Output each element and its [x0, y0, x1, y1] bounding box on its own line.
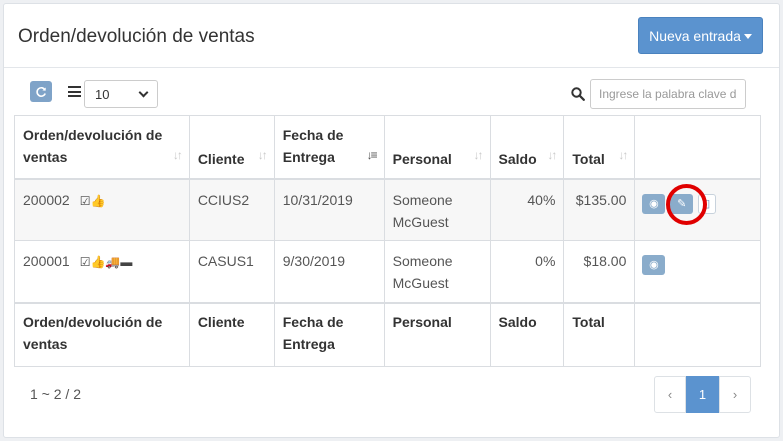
search-input[interactable] — [590, 79, 746, 109]
page-title: Orden/devolución de ventas — [18, 26, 255, 47]
view-button[interactable]: ◉ — [642, 193, 666, 214]
sort-icon: ↓↑ — [547, 147, 557, 162]
eye-icon: ◉ — [649, 197, 659, 210]
pagination-info: 1 ~ 2 / 2 — [30, 386, 81, 402]
sort-icon: ↓↑ — [473, 147, 484, 162]
panel-header: Orden/devolución de ventas Nueva entrada — [4, 4, 779, 68]
footer-total: Total — [563, 301, 636, 367]
sort-icon: ↓↑ — [257, 147, 268, 162]
sales-orders-table: Orden/devolución de ventas ↓↑ Cliente ↓↑ F… — [14, 115, 761, 367]
sort-icon: ↓↑ — [172, 147, 183, 162]
column-header-client[interactable]: Cliente ↓↑ — [188, 115, 275, 180]
footer-balance: Saldo — [489, 301, 565, 367]
prev-page-button[interactable]: ‹ — [654, 376, 686, 413]
search-icon — [571, 87, 585, 101]
caret-down-icon — [743, 34, 752, 39]
sort-desc-icon: ↓≡ — [366, 147, 378, 162]
view-button[interactable]: ◉ — [642, 255, 666, 276]
date-cell: 10/31/2019 — [273, 178, 385, 241]
balance-cell: 40% — [489, 178, 565, 241]
footer-staff: Personal — [383, 301, 491, 367]
status-icons: ☑👍 — [79, 193, 106, 208]
new-entry-button[interactable]: Nueva entrada — [638, 17, 763, 54]
column-header-total[interactable]: Total ↓↑ — [563, 115, 636, 180]
edit-button[interactable]: ✎ — [670, 193, 694, 214]
table-footer-row: Orden/devolución de ventas Cliente Fecha… — [14, 301, 761, 367]
refresh-button[interactable] — [30, 81, 52, 102]
refresh-icon — [36, 86, 46, 97]
total-cell: $135.00 — [563, 178, 636, 241]
chevron-down-icon — [138, 87, 149, 97]
staff-cell: Someone McGuest — [383, 240, 491, 303]
page-size-select[interactable]: 10 — [84, 80, 158, 108]
column-header-date[interactable]: Fecha de Entrega ↓≡ — [273, 115, 385, 180]
footer-actions — [634, 301, 761, 367]
table-row: 200002 ☑👍 CCIUS2 10/31/2019 Someone McGue… — [14, 178, 761, 241]
document-icon: ▯ — [704, 197, 711, 210]
actions-cell: ◉ — [634, 240, 761, 303]
sort-icon: ↓↑ — [618, 147, 628, 162]
order-cell[interactable]: 200002 ☑👍 — [14, 178, 190, 241]
status-icons: ☑👍🚚▬ — [79, 255, 133, 269]
next-page-button[interactable]: › — [719, 376, 751, 413]
staff-cell: Someone McGuest — [383, 178, 491, 241]
client-cell: CASUS1 — [188, 240, 275, 303]
footer-date: Fecha de Entrega — [273, 301, 385, 367]
date-cell: 9/30/2019 — [273, 240, 385, 303]
page-size-value: 10 — [95, 86, 110, 102]
pagination: ‹ 1 › — [654, 376, 751, 413]
order-cell[interactable]: 200001 ☑👍🚚▬ — [14, 240, 190, 303]
footer-order: Orden/devolución de ventas — [14, 301, 190, 367]
list-icon — [68, 86, 81, 97]
column-header-staff[interactable]: Personal ↓↑ — [383, 115, 491, 180]
column-header-balance[interactable]: Saldo ↓↑ — [489, 115, 565, 180]
column-header-order[interactable]: Orden/devolución de ventas ↓↑ — [14, 115, 190, 180]
document-button[interactable]: ▯ — [698, 193, 717, 214]
actions-cell: ◉ ✎ ▯ — [634, 178, 761, 241]
edit-icon: ✎ — [677, 197, 687, 210]
total-cell: $18.00 — [563, 240, 636, 303]
table-header-row: Orden/devolución de ventas ↓↑ Cliente ↓↑ F… — [14, 115, 761, 180]
footer-client: Cliente — [188, 301, 275, 367]
new-entry-label: Nueva entrada — [649, 27, 741, 44]
balance-cell: 0% — [489, 240, 565, 303]
table-row: 200001 ☑👍🚚▬ CASUS1 9/30/2019 Someone McGu… — [14, 240, 761, 303]
table-toolbar: 10 — [0, 64, 783, 114]
page-1-button[interactable]: 1 — [686, 376, 719, 413]
client-cell: CCIUS2 — [188, 178, 275, 241]
eye-icon: ◉ — [649, 259, 659, 272]
column-header-actions — [634, 115, 761, 180]
